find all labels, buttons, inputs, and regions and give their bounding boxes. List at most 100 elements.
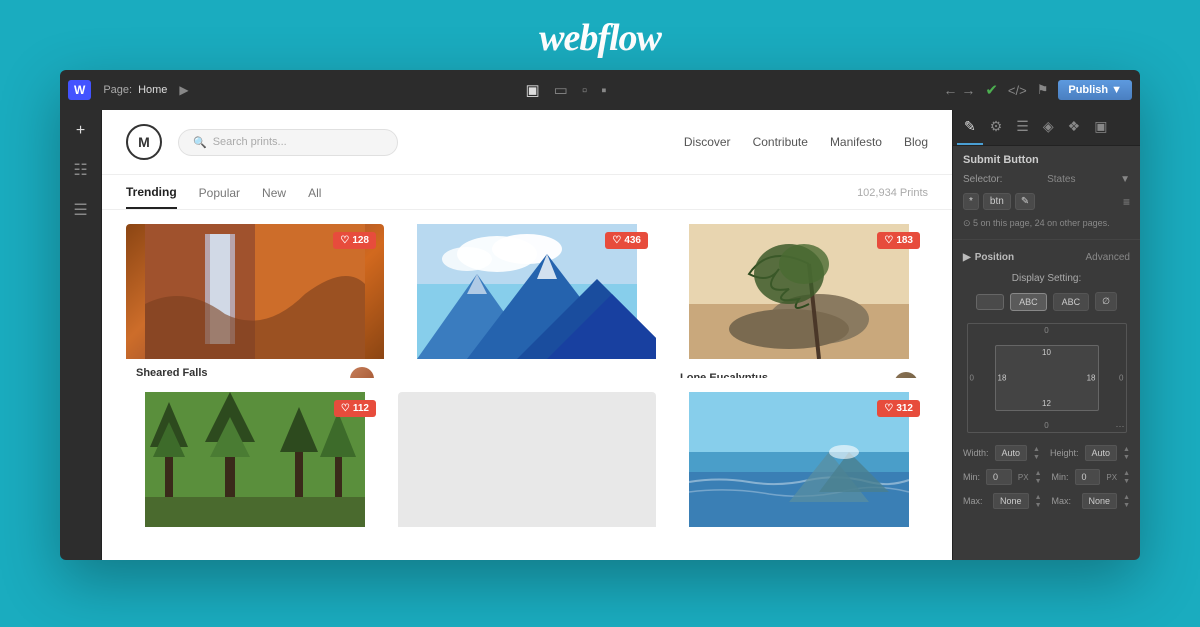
avatar: [894, 372, 918, 378]
nav-manifesto[interactable]: Manifesto: [830, 135, 882, 149]
max-height-stepper[interactable]: [1123, 494, 1130, 509]
pages-info: ⊙ 5 on this page, 24 on other pages.: [953, 214, 1140, 233]
brand-header: webflow: [539, 0, 661, 70]
display-none[interactable]: ∅: [1095, 292, 1117, 311]
print-card[interactable]: ♡ 128 Sheared Falls 20" × 24": [126, 224, 384, 378]
more-options[interactable]: ···: [1116, 421, 1125, 431]
height-input[interactable]: Auto: [1085, 445, 1118, 461]
pages-icon[interactable]: ☷: [69, 156, 91, 184]
panel-section-title: Submit Button: [953, 146, 1140, 170]
redo-button[interactable]: →: [961, 82, 975, 98]
display-inline-block[interactable]: ABC: [1010, 293, 1047, 311]
page-name[interactable]: Home: [138, 84, 167, 96]
like-count: 112: [353, 403, 369, 414]
padding-right-value: 18: [1087, 374, 1096, 383]
padding-bottom-value: 12: [1042, 399, 1051, 408]
layers-icon[interactable]: ☰: [69, 196, 91, 224]
padding-top-value: 10: [1042, 348, 1051, 357]
heart-icon: ♡: [341, 403, 350, 414]
like-badge: ♡ 436: [605, 232, 648, 249]
print-card[interactable]: ♡ 312: [670, 392, 928, 546]
nav-contribute[interactable]: Contribute: [753, 135, 808, 149]
width-row: Width: Auto Height: Auto: [953, 441, 1140, 465]
print-info: Lone Eucalyptus 5" × 8": [670, 364, 928, 378]
max-height-input[interactable]: None: [1082, 493, 1118, 509]
undo-redo: ← →: [943, 82, 975, 98]
site-nav: Discover Contribute Manifesto Blog: [684, 135, 928, 149]
mobile-icon[interactable]: ▪: [601, 82, 606, 99]
site-preview: M 🔍 Search prints... Discover Contribute…: [102, 110, 952, 560]
selector-tag-edit[interactable]: ✎: [1015, 193, 1035, 210]
code-icon[interactable]: </>: [1008, 83, 1027, 98]
layout-tab[interactable]: ☰: [1009, 110, 1036, 145]
settings-tab[interactable]: ⚙: [983, 110, 1010, 145]
min-width-label: Min:: [963, 472, 980, 482]
desktop-icon[interactable]: ▣: [525, 81, 539, 99]
subnav-popular[interactable]: Popular: [199, 186, 240, 208]
min-height-stepper[interactable]: [1123, 470, 1130, 485]
search-icon: 🔍: [193, 136, 207, 149]
height-down-arrow[interactable]: [1123, 454, 1130, 461]
print-info: [398, 364, 656, 378]
left-sidebar: + ☷ ☰: [60, 110, 102, 560]
selector-tag-btn[interactable]: btn: [983, 193, 1011, 210]
width-up-arrow[interactable]: [1033, 446, 1040, 453]
display-inline[interactable]: ABC: [1053, 293, 1090, 311]
undo-button[interactable]: ←: [943, 82, 957, 98]
max-width-input[interactable]: None: [993, 493, 1029, 509]
height-up-arrow[interactable]: [1123, 446, 1130, 453]
ui-window: W Page: Home ▶ ▣ ▭ ▫ ▪ ← → ✔ </> ⚑ Publi…: [60, 70, 1140, 560]
min-width-stepper[interactable]: [1035, 470, 1042, 485]
print-info: Sheared Falls 20" × 24": [126, 359, 384, 378]
pos-top-value: 0: [1044, 326, 1048, 335]
publish-button[interactable]: Publish ▼: [1058, 80, 1132, 100]
toolbar: W Page: Home ▶ ▣ ▭ ▫ ▪ ← → ✔ </> ⚑ Publi…: [60, 70, 1140, 110]
nav-discover[interactable]: Discover: [684, 135, 731, 149]
advanced-label[interactable]: Advanced: [1086, 252, 1130, 263]
min-height-input[interactable]: 0: [1075, 469, 1101, 485]
like-count: 128: [352, 235, 369, 246]
selector-expand-icon[interactable]: ≡: [1123, 195, 1130, 209]
like-count: 436: [624, 235, 641, 246]
like-badge: ♡ 183: [877, 232, 920, 249]
tablet-portrait-icon[interactable]: ▫: [582, 82, 587, 99]
width-input[interactable]: Auto: [995, 445, 1028, 461]
min-height-label: Min:: [1052, 472, 1069, 482]
max-row: Max: None Max: None: [953, 489, 1140, 513]
canvas: M 🔍 Search prints... Discover Contribute…: [102, 110, 952, 560]
print-card[interactable]: ♡ 436: [398, 224, 656, 378]
subnav-all[interactable]: All: [308, 186, 321, 208]
min-width-input[interactable]: 0: [986, 469, 1012, 485]
like-badge: ♡ 312: [877, 400, 920, 417]
min-row: Min: 0 PX Min: 0 PX: [953, 465, 1140, 489]
site-logo: M: [126, 124, 162, 160]
max-width-stepper[interactable]: [1035, 494, 1042, 509]
eye-icon[interactable]: ▶: [179, 83, 188, 97]
print-card[interactable]: ♡ 112: [126, 392, 384, 546]
display-block[interactable]: [976, 294, 1004, 310]
pos-bottom-value: 0: [1044, 421, 1048, 430]
tablet-landscape-icon[interactable]: ▭: [554, 81, 568, 99]
nav-blog[interactable]: Blog: [904, 135, 928, 149]
interactions-tab[interactable]: ◈: [1036, 110, 1061, 145]
site-header: M 🔍 Search prints... Discover Contribute…: [102, 110, 952, 175]
min-width-unit: PX: [1018, 473, 1029, 482]
selector-tag-star[interactable]: *: [963, 193, 979, 210]
states-label[interactable]: States: [1047, 174, 1075, 185]
selector-tags: * btn ✎ ≡: [953, 189, 1140, 214]
add-icon[interactable]: +: [72, 118, 89, 144]
search-input[interactable]: 🔍 Search prints...: [178, 129, 398, 156]
height-stepper[interactable]: [1123, 446, 1130, 461]
subnav-new[interactable]: New: [262, 186, 286, 208]
width-stepper[interactable]: [1033, 446, 1040, 461]
main-area: + ☷ ☰ M 🔍 Search prints... Discover: [60, 110, 1140, 560]
components-tab[interactable]: ❖: [1061, 110, 1088, 145]
assets-tab[interactable]: ▣: [1087, 110, 1114, 145]
style-tab[interactable]: ✎: [957, 110, 983, 145]
print-card: [398, 392, 656, 546]
subnav-trending[interactable]: Trending: [126, 185, 177, 209]
width-down-arrow[interactable]: [1033, 454, 1040, 461]
print-card[interactable]: ♡ 183 Lone Eucalyptus 5" × 8": [670, 224, 928, 378]
webflow-logo[interactable]: W: [68, 80, 91, 100]
min-height-unit: PX: [1106, 473, 1117, 482]
